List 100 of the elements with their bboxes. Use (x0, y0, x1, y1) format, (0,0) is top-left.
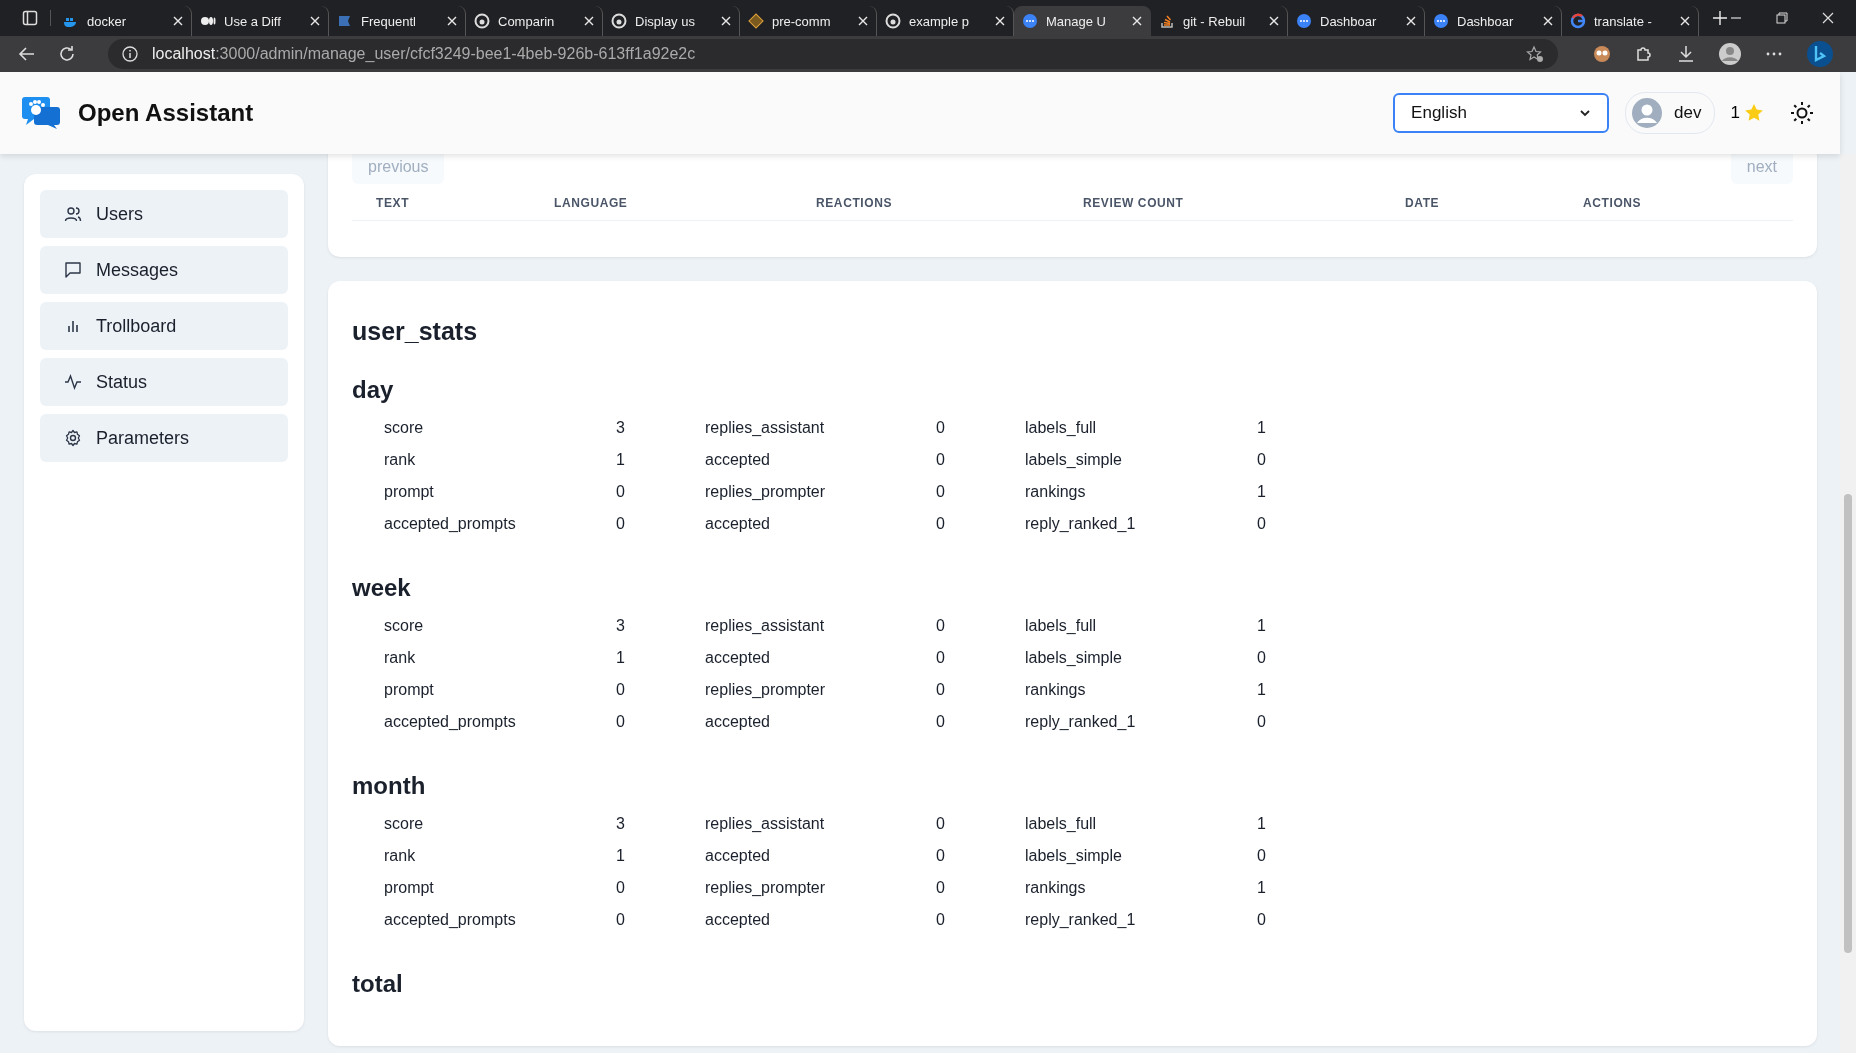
column-header: REVIEW COUNT (1083, 196, 1185, 210)
favicon-icon (1570, 13, 1586, 29)
back-icon[interactable] (18, 45, 36, 63)
stat-value: 1 (1256, 815, 1266, 833)
info-icon[interactable] (122, 46, 138, 62)
stat-label: labels_full (1024, 419, 1098, 437)
sidebar-item[interactable]: Status (40, 358, 288, 406)
stat-label: labels_simple (1024, 451, 1123, 469)
stat-value: 0 (615, 713, 625, 731)
close-icon[interactable] (858, 16, 868, 26)
column-header: TEXT (376, 196, 411, 210)
stat-value: 0 (935, 681, 945, 699)
stat-label: reply_ranked_1 (1024, 911, 1137, 929)
puzzle-icon[interactable] (1634, 44, 1654, 64)
stat-label: replies_prompter (704, 879, 827, 897)
close-icon[interactable] (1406, 16, 1416, 26)
stat-label: replies_prompter (704, 483, 827, 501)
stat-label: labels_full (1024, 815, 1098, 833)
close-icon[interactable] (584, 16, 594, 26)
sidebar-item[interactable]: Trollboard (40, 302, 288, 350)
restore-icon[interactable] (1776, 12, 1788, 24)
stat-value: 0 (615, 879, 625, 897)
stat-value: 0 (935, 515, 945, 533)
stat-value: 1 (1256, 483, 1266, 501)
download-icon[interactable] (1676, 44, 1696, 64)
favicon-icon (1159, 13, 1175, 29)
stat-label: prompt (384, 483, 435, 501)
stat-label: prompt (384, 879, 435, 897)
stat-label: accepted (704, 649, 771, 667)
brand-name[interactable]: Open Assistant (78, 99, 254, 127)
stat-value: 0 (935, 879, 945, 897)
avatar-icon (1632, 98, 1663, 128)
logo-icon[interactable] (22, 97, 62, 129)
new-tab-icon[interactable] (1713, 11, 1727, 25)
stat-label: replies_assistant (704, 815, 826, 833)
stat-value: 0 (935, 451, 945, 469)
stat-value: 0 (935, 911, 945, 929)
stat-value: 0 (615, 483, 625, 501)
stat-value: 0 (615, 911, 625, 929)
favicon-icon (748, 13, 764, 29)
stat-label: replies_prompter (704, 681, 827, 699)
chevron-down-icon (1579, 107, 1592, 119)
stat-value: 0 (935, 617, 945, 635)
stat-value: 1 (1256, 879, 1266, 897)
language-select[interactable]: English (1393, 93, 1610, 133)
close-icon[interactable] (1543, 16, 1553, 26)
period-title: week (352, 574, 412, 602)
stat-label: accepted (704, 451, 771, 469)
favicon-icon (1022, 13, 1038, 29)
stat-value: 0 (1256, 451, 1266, 469)
score-count: 1 (1730, 103, 1740, 123)
extension-icon[interactable] (1592, 44, 1612, 64)
github-icon (611, 13, 627, 29)
stat-label: accepted (704, 847, 771, 865)
stat-value: 0 (935, 649, 945, 667)
stat-label: labels_simple (1024, 649, 1123, 667)
scrollbar-thumb[interactable] (1844, 494, 1852, 953)
stat-label: rank (384, 451, 417, 469)
close-icon[interactable] (1680, 16, 1690, 26)
close-icon[interactable] (721, 16, 731, 26)
stat-label: rankings (1024, 681, 1087, 699)
close-icon[interactable] (995, 16, 1005, 26)
close-icon[interactable] (310, 16, 320, 26)
profile-icon[interactable] (1718, 42, 1742, 66)
sun-icon[interactable] (1790, 101, 1814, 125)
stat-label: accepted_prompts (384, 713, 517, 731)
github-icon (885, 13, 901, 29)
scrollbar[interactable] (1840, 154, 1856, 1053)
stat-value: 1 (1256, 419, 1266, 437)
stat-value: 3 (615, 419, 625, 437)
sidebar-item[interactable]: Messages (40, 246, 288, 294)
stat-value: 0 (935, 483, 945, 501)
sidebar-item[interactable]: Parameters (40, 414, 288, 462)
stat-label: rank (384, 649, 417, 667)
pulse-icon (64, 373, 82, 391)
copilot-icon[interactable] (1806, 40, 1834, 68)
stat-label: replies_assistant (704, 617, 826, 635)
stat-label: reply_ranked_1 (1024, 713, 1137, 731)
browser-tab[interactable]: Manage U (1014, 6, 1151, 36)
github-icon (474, 13, 490, 29)
add-favorite-icon[interactable] (1526, 45, 1544, 63)
users-icon (64, 205, 82, 223)
column-header: REACTIONS (816, 196, 894, 210)
close-icon[interactable] (1822, 12, 1834, 24)
star-icon (1744, 103, 1764, 123)
stat-label: score (384, 815, 425, 833)
close-icon[interactable] (447, 16, 457, 26)
stat-value: 0 (935, 713, 945, 731)
close-icon[interactable] (1269, 16, 1279, 26)
user-menu-button[interactable]: dev (1625, 92, 1715, 134)
close-icon[interactable] (1132, 16, 1142, 26)
stat-value: 0 (615, 515, 625, 533)
stat-label: reply_ranked_1 (1024, 515, 1137, 533)
close-icon[interactable] (173, 16, 183, 26)
stat-label: score (384, 419, 425, 437)
sidebar-item[interactable]: Users (40, 190, 288, 238)
address-field[interactable]: localhost:3000/admin/manage_user/cfcf3249-bee1-4beb-926b-613ff1a92e2c (108, 39, 1558, 69)
stat-value: 0 (1256, 713, 1266, 731)
stat-value: 1 (1256, 681, 1266, 699)
reload-icon[interactable] (58, 45, 76, 63)
